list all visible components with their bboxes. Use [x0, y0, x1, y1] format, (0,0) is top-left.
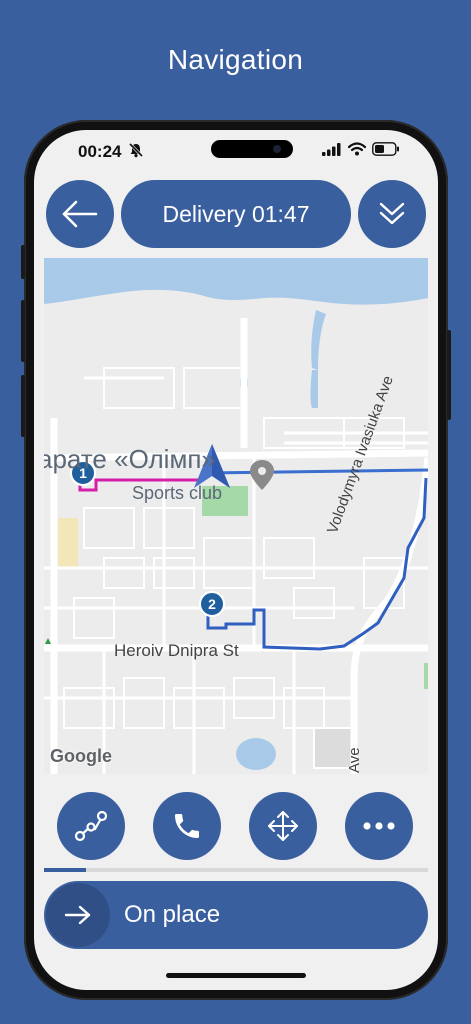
google-attribution: Google [50, 746, 112, 766]
bell-muted-icon [128, 142, 144, 158]
on-place-slider[interactable]: On place [44, 881, 428, 949]
phone-volume-up [21, 300, 25, 362]
collapse-button[interactable] [358, 180, 426, 248]
status-time: 00:24 [78, 142, 122, 161]
home-indicator[interactable] [166, 973, 306, 978]
arrow-left-icon [62, 200, 98, 228]
map-canvas [44, 258, 428, 774]
battery-icon [372, 142, 399, 156]
move-arrows-icon [268, 811, 298, 841]
route-main-line [203, 468, 428, 475]
route-progress-bar [44, 868, 428, 872]
delivery-timer-pill[interactable]: Delivery 01:47 [121, 180, 351, 248]
dynamic-island [211, 140, 293, 158]
on-place-label: On place [124, 901, 221, 928]
more-dots-icon [363, 822, 395, 830]
map-view[interactable]: 1 2 арате «Олімп» Sports club Heroiv Dni… [44, 258, 428, 774]
page-title: Navigation [167, 44, 304, 75]
move-button[interactable] [249, 792, 317, 860]
phone-screen: 00:24 Delivery 01:47 1 2 арате «Олімп» S… [34, 130, 438, 990]
wifi-icon [348, 142, 366, 156]
call-button[interactable] [153, 792, 221, 860]
phone-icon [175, 814, 199, 838]
status-icons [322, 142, 400, 156]
stop-marker-2[interactable]: 2 [199, 591, 225, 617]
phone-silent-switch [21, 245, 25, 279]
double-chevron-down-icon [379, 202, 405, 225]
more-button[interactable] [345, 792, 413, 860]
signal-icon [322, 142, 341, 156]
arrow-right-icon [64, 905, 91, 925]
map-place-category: Sports club [132, 483, 223, 503]
phone-power-button [447, 330, 451, 420]
phone-volume-down [21, 375, 25, 437]
map-place-name: арате «Олімп» [44, 444, 216, 474]
map-street-ave: Ave [346, 747, 363, 773]
route-icon [74, 810, 108, 842]
delivery-timer-label: Delivery 01:47 [162, 200, 310, 227]
back-button[interactable] [46, 180, 114, 248]
route-progress-fill [44, 868, 87, 872]
route-button[interactable] [57, 792, 125, 860]
slider-handle[interactable] [46, 883, 110, 947]
stop-marker-2-label: 2 [208, 596, 216, 612]
status-bar: 00:24 [34, 130, 438, 176]
map-street-heroiv-dnipra: Heroiv Dnipra St [114, 641, 239, 660]
